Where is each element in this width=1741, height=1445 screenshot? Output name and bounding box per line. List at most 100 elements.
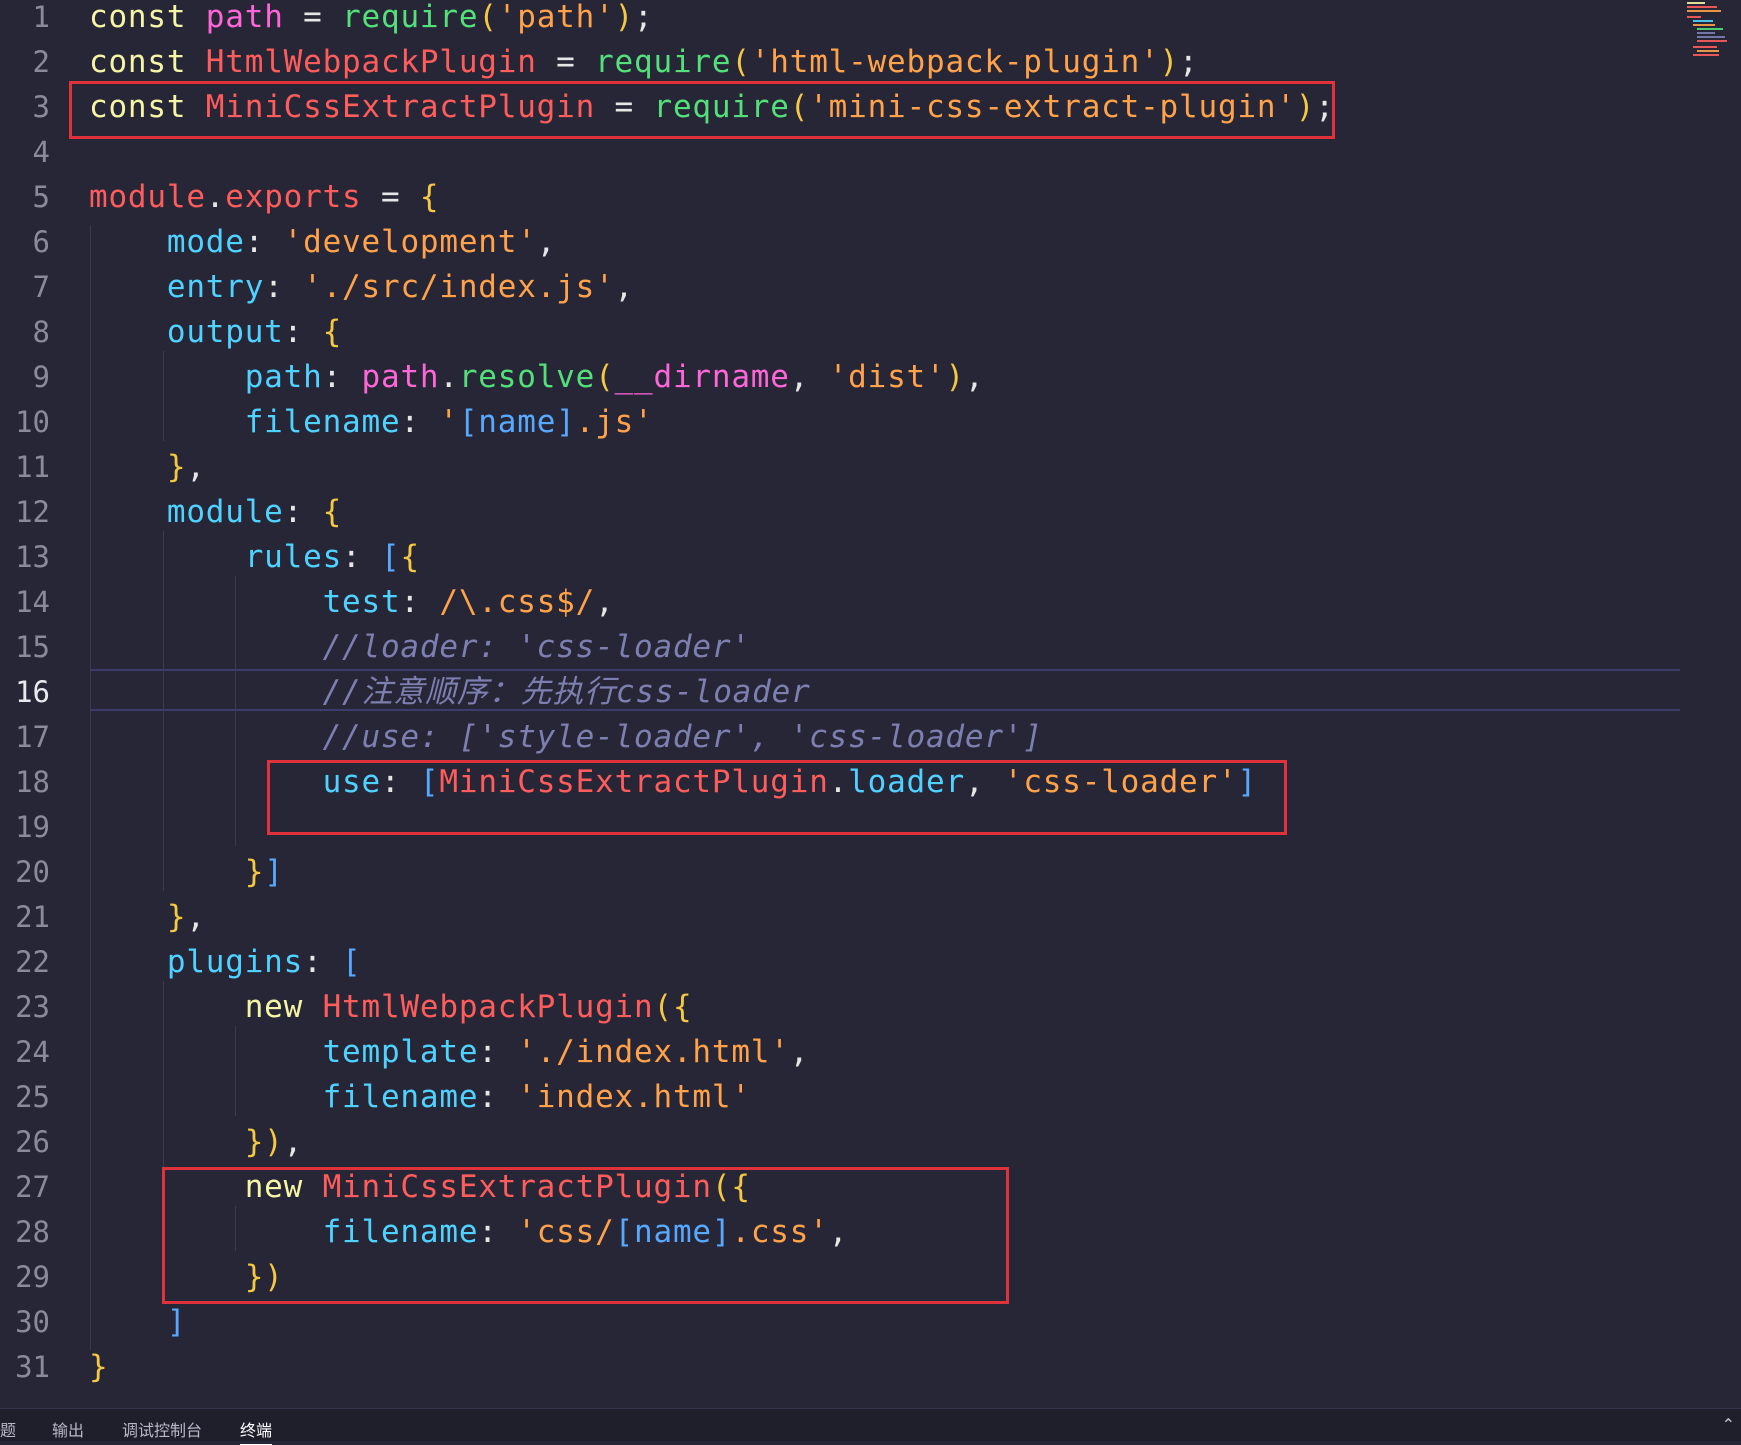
code-token: , — [789, 359, 829, 395]
chevron-up-icon[interactable]: ⌃ — [1722, 1415, 1735, 1434]
code-token: const — [89, 44, 206, 80]
code-line[interactable]: 10 filename: '[name].js' — [0, 400, 1680, 445]
highlight-box-require-plugin — [69, 81, 1335, 139]
code-token: : — [244, 224, 284, 260]
code-line[interactable]: 25 filename: 'index.html' — [0, 1075, 1680, 1120]
code-token: exports — [225, 179, 362, 215]
code-token: //loader: 'css-loader' — [322, 629, 751, 665]
line-number: 5 — [32, 180, 50, 214]
line-number: 30 — [15, 1305, 50, 1339]
line-number: 23 — [15, 990, 50, 1024]
code-token: : — [478, 1034, 518, 1070]
code-line[interactable]: 22 plugins: [ — [0, 940, 1680, 985]
code-token: { — [672, 989, 693, 1025]
code-token: , — [536, 224, 557, 260]
code-line[interactable]: 21 }, — [0, 895, 1680, 940]
highlight-box-use-loader — [267, 760, 1287, 835]
code-token: [name] — [458, 404, 576, 440]
line-number: 15 — [15, 630, 50, 664]
code-token: __dirname — [614, 359, 790, 395]
code-token: './index.html' — [517, 1034, 790, 1070]
code-token: filename — [244, 404, 401, 440]
code-token: 'index.html' — [517, 1079, 751, 1115]
code-token: , — [789, 1034, 810, 1070]
line-code: mode: 'development', — [89, 220, 556, 265]
code-token: } — [89, 1349, 109, 1385]
line-code: module: { — [89, 490, 342, 535]
code-token: module — [89, 179, 206, 215]
line-code: output: { — [89, 310, 342, 355]
code-token: 'development' — [283, 224, 537, 260]
code-line[interactable]: 6 mode: 'development', — [0, 220, 1680, 265]
code-token: 'path' — [497, 0, 615, 35]
line-code: module.exports = { — [89, 175, 439, 220]
tab-terminal[interactable]: 终端 — [240, 1417, 273, 1445]
code-token: , — [614, 269, 635, 305]
code-line[interactable]: 26 }), — [0, 1120, 1680, 1165]
code-line[interactable]: 14 test: /\.css$/, — [0, 580, 1680, 625]
tab-problems[interactable]: 题 — [0, 1417, 16, 1441]
line-number: 22 — [15, 945, 50, 979]
code-token: HtmlWebpackPlugin — [205, 44, 537, 80]
line-code: }, — [89, 445, 206, 490]
code-token: , — [964, 359, 985, 395]
code-token: { — [419, 179, 440, 215]
code-token: = — [361, 179, 420, 215]
code-token: /\.css$/ — [439, 584, 596, 620]
code-token: : — [400, 404, 440, 440]
line-code: }] — [89, 850, 284, 895]
code-line[interactable]: 1 const path = require('path'); — [0, 0, 1680, 40]
code-line[interactable]: 13 rules: [{ — [0, 535, 1680, 580]
line-code: path: path.resolve(__dirname, 'dist'), — [89, 355, 984, 400]
code-token: new — [244, 989, 323, 1025]
code-line[interactable]: 24 template: './index.html', — [0, 1030, 1680, 1075]
line-number: 20 — [15, 855, 50, 889]
code-token: 'html-webpack-plugin' — [750, 44, 1160, 80]
code-token: ) — [945, 359, 965, 395]
code-line[interactable]: 15 //loader: 'css-loader' — [0, 625, 1680, 670]
line-number: 16 — [15, 675, 50, 709]
code-line[interactable]: 2 const HtmlWebpackPlugin = require('html… — [0, 40, 1680, 85]
minimap[interactable] — [1683, 0, 1731, 60]
code-token: : — [478, 1079, 518, 1115]
code-line[interactable]: 23 new HtmlWebpackPlugin({ — [0, 985, 1680, 1030]
line-code: entry: './src/index.js', — [89, 265, 634, 310]
line-number: 31 — [15, 1350, 50, 1384]
line-code: //注意顺序：先执行css-loader — [89, 670, 811, 715]
code-line[interactable]: 12 module: { — [0, 490, 1680, 535]
code-token: [ — [342, 944, 362, 980]
code-line[interactable]: 30 ] — [0, 1300, 1680, 1345]
code-line[interactable]: 8 output: { — [0, 310, 1680, 355]
code-token: = — [536, 44, 596, 80]
code-token: } — [244, 854, 265, 890]
line-number: 17 — [15, 720, 50, 754]
code-line[interactable]: 7 entry: './src/index.js', — [0, 265, 1680, 310]
code-token: module — [166, 494, 284, 530]
tab-output[interactable]: 输出 — [52, 1417, 84, 1441]
code-token: : — [283, 314, 323, 350]
code-line[interactable]: 9 path: path.resolve(__dirname, 'dist'), — [0, 355, 1680, 400]
code-line[interactable]: 16 //注意顺序：先执行css-loader — [0, 670, 1680, 715]
code-line[interactable]: 17 //use: ['style-loader', 'css-loader'] — [0, 715, 1680, 760]
code-token: //use: ['style-loader', 'css-loader'] — [322, 719, 1043, 755]
code-token: .js' — [575, 404, 654, 440]
code-token: ; — [634, 0, 654, 35]
code-editor[interactable]: 1 const path = require('path'); 2 const Htm… — [0, 0, 1741, 1408]
code-line[interactable]: 20 }] — [0, 850, 1680, 895]
code-line[interactable]: 5 module.exports = { — [0, 175, 1680, 220]
code-line[interactable]: 11 }, — [0, 445, 1680, 490]
code-token: path — [361, 359, 440, 395]
code-token: test — [322, 584, 401, 620]
code-token: resolve — [458, 359, 596, 395]
tab-debug-console[interactable]: 调试控制台 — [122, 1417, 202, 1441]
code-line[interactable]: 31} — [0, 1345, 1680, 1390]
code-token: . — [439, 359, 459, 395]
